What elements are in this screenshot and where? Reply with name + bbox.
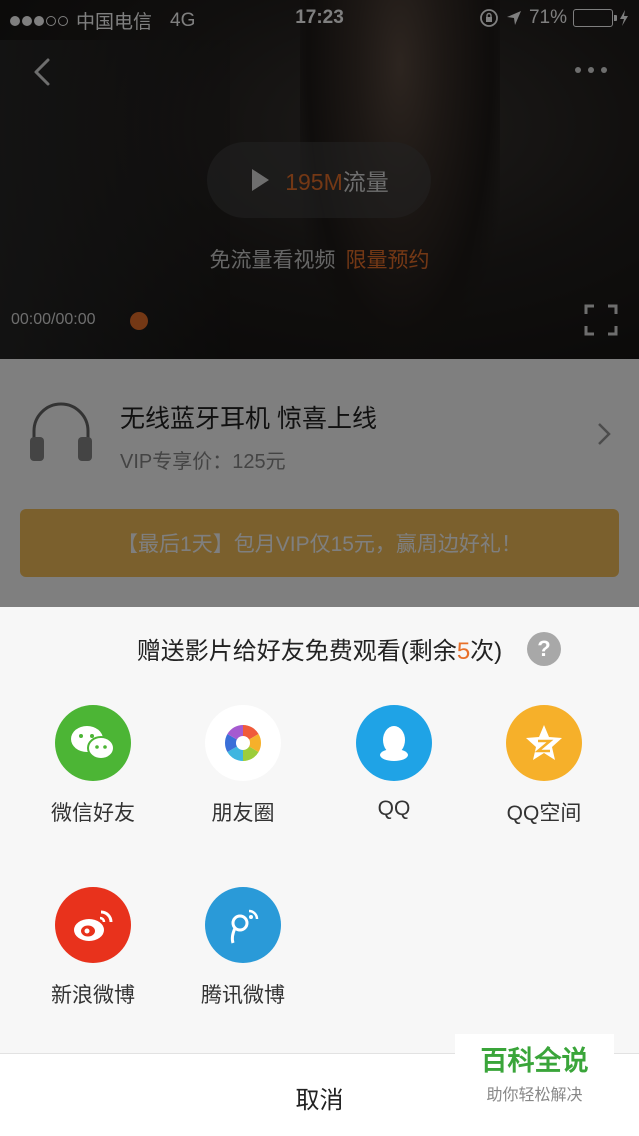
watermark-brand: 百科全说	[480, 1046, 589, 1076]
tencent-weibo-icon	[205, 887, 281, 963]
share-label: 腾讯微博	[201, 984, 285, 1007]
watermark-slogan: 助你轻松解决	[486, 1087, 583, 1104]
share-qq[interactable]: QQ	[319, 705, 469, 835]
watermark-logo: 百科全说 助你轻松解决	[455, 1034, 614, 1110]
share-tencent-weibo[interactable]: 腾讯微博	[168, 887, 318, 1017]
moments-icon	[205, 705, 281, 781]
share-label: 新浪微博	[51, 984, 135, 1007]
share-label: 朋友圈	[211, 802, 275, 825]
help-icon[interactable]: ?	[527, 632, 561, 666]
qzone-star-icon	[506, 705, 582, 781]
qq-penguin-icon	[356, 705, 432, 781]
share-moments[interactable]: 朋友圈	[168, 705, 318, 835]
share-label: QQ空间	[506, 802, 582, 825]
remaining-count: 5	[456, 638, 471, 665]
weibo-icon	[55, 887, 131, 963]
modal-backdrop[interactable]	[0, 0, 639, 607]
wechat-icon	[55, 705, 131, 781]
share-label: QQ	[377, 797, 411, 820]
share-wechat-friend[interactable]: 微信好友	[18, 705, 168, 835]
share-sina-weibo[interactable]: 新浪微博	[18, 887, 168, 1017]
share-qzone[interactable]: QQ空间	[469, 705, 619, 835]
share-label: 微信好友	[51, 802, 135, 825]
